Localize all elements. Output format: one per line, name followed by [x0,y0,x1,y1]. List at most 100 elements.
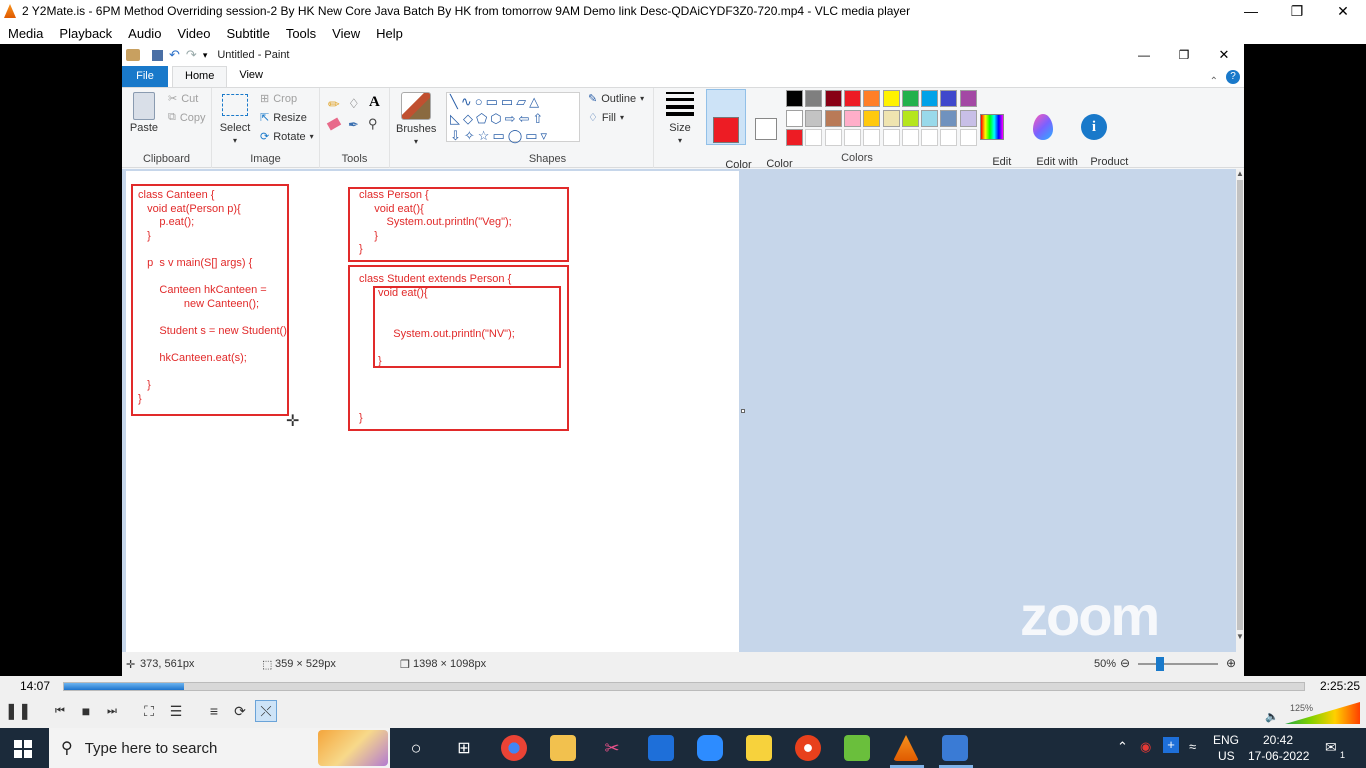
rotate-button[interactable]: ⟳ Rotate ▾ [260,130,314,144]
scroll-thumb[interactable] [1237,180,1243,630]
crop-button[interactable]: ⊞ Crop [260,92,297,106]
palette-swatch[interactable] [921,129,939,146]
palette-swatch[interactable] [901,90,919,107]
color2-button[interactable]: Color 2 [748,89,793,182]
cut-button[interactable]: ✂ Cut [168,92,198,106]
palette-swatch[interactable] [786,90,803,107]
sticky-notes-icon[interactable] [746,735,772,761]
menu-view[interactable]: View [324,26,368,41]
drawing-canvas[interactable]: class Canteen { void eat(Person p){ p.ea… [126,171,745,652]
paste-button[interactable]: Paste [128,92,160,134]
fill-bucket-icon[interactable]: ♢ [348,96,360,112]
snipping-tool-icon[interactable]: ✂ [599,735,625,761]
add-tray-icon[interactable]: + [1163,737,1179,753]
palette-swatch[interactable] [940,90,958,107]
zoom-slider-thumb[interactable] [1156,657,1164,671]
collapse-ribbon-icon[interactable]: ⌃ [1210,76,1218,87]
chrome-icon[interactable] [501,735,527,761]
vertical-scrollbar[interactable]: ▲ ▼ [1236,169,1244,652]
menu-subtitle[interactable]: Subtitle [218,26,277,41]
palette-swatch[interactable] [863,129,881,146]
palette-swatch[interactable] [940,109,958,127]
palette-swatch[interactable] [843,90,861,107]
palette-swatch[interactable] [805,129,823,146]
loop-button[interactable]: ⟳ [229,700,251,722]
paint-close-button[interactable]: ✕ [1204,44,1244,66]
palette-swatch[interactable] [805,109,823,127]
random-button[interactable]: ⤬ [255,700,277,722]
magnifier-icon[interactable]: ⚲ [368,116,378,132]
menu-playback[interactable]: Playback [51,26,120,41]
tab-file[interactable]: File [122,66,168,87]
extended-settings-button[interactable]: ☰ [165,700,187,722]
menu-media[interactable]: Media [0,26,51,41]
copy-button[interactable]: ⧉ Copy [168,111,206,124]
palette-swatch[interactable] [824,90,842,107]
close-button[interactable]: ✕ [1320,0,1366,22]
zoom-out-icon[interactable]: ⊖ [1120,656,1130,670]
zoom-slider[interactable] [1138,657,1218,671]
select-button[interactable]: Select ▾ [218,94,252,147]
palette-swatch[interactable] [786,129,803,146]
palette-swatch[interactable] [863,90,881,107]
next-button[interactable]: ⏭ [101,700,123,722]
color1-button[interactable]: Color 1 [706,89,752,183]
menu-help[interactable]: Help [368,26,411,41]
record-tray-icon[interactable]: ◉ [1140,739,1151,755]
scroll-up-icon[interactable]: ▲ [1236,169,1244,178]
palette-swatch[interactable] [824,109,842,127]
eraser-icon[interactable] [326,117,342,131]
palette-swatch[interactable] [940,129,958,146]
palette-swatch[interactable] [824,129,842,146]
help-icon[interactable]: ? [1226,70,1240,84]
tab-home[interactable]: Home [172,66,228,87]
start-button[interactable] [14,740,32,758]
fullscreen-button[interactable]: ⛶ [138,700,160,722]
quick-access-dropdown-icon[interactable]: ▾ [203,50,208,61]
minimize-button[interactable]: — [1228,0,1274,22]
restore-button[interactable]: ❐ [1274,0,1320,22]
palette-swatch[interactable] [901,109,919,127]
tab-view[interactable]: View [227,66,275,87]
cortana-icon[interactable]: ○ [403,735,429,761]
size-button[interactable]: Size ▾ [662,92,698,147]
outline-button[interactable]: ✎ Outline ▾ [588,92,644,106]
palette-swatch[interactable] [786,109,803,127]
seek-bar[interactable] [63,682,1305,691]
task-view-icon[interactable]: ⊞ [451,735,477,761]
stop-button[interactable]: ■ [75,700,97,722]
tray-chevron-icon[interactable]: ⌃ [1117,739,1128,755]
vlc-taskbar-icon[interactable] [893,735,919,761]
resize-button[interactable]: ⇱ Resize [260,111,307,125]
undo-icon[interactable]: ↶ [169,47,180,63]
menu-video[interactable]: Video [169,26,218,41]
speaker-icon[interactable]: 🔈 [1265,710,1279,723]
paint-restore-button[interactable]: ❐ [1164,44,1204,66]
pencil-icon[interactable]: ✏ [328,96,340,113]
playlist-button[interactable]: ≡ [203,700,225,722]
notepad-icon[interactable] [844,735,870,761]
file-explorer-icon[interactable] [550,735,576,761]
palette-swatch[interactable] [901,129,919,146]
zoom-in-icon[interactable]: ⊕ [1226,656,1236,670]
wifi-icon[interactable]: ≈ [1189,739,1196,754]
brushes-button[interactable]: Brushes ▾ [396,92,436,148]
scroll-down-icon[interactable]: ▼ [1236,632,1244,641]
paint-taskbar-icon[interactable] [942,735,968,761]
save-icon[interactable] [152,49,163,61]
color-picker-icon[interactable]: ✒ [348,117,359,133]
canvas-resize-handle[interactable] [741,409,745,413]
screen-recorder-icon[interactable] [795,735,821,761]
palette-swatch[interactable] [921,109,939,127]
menu-tools[interactable]: Tools [278,26,324,41]
paint-minimize-button[interactable]: — [1124,44,1164,66]
redo-icon[interactable]: ↷ [186,47,197,63]
palette-swatch[interactable] [843,109,861,127]
text-icon[interactable]: A [369,94,380,111]
shapes-gallery[interactable]: ╲∿○▭▭▱△ ◺◇⬠⬡⇨⇦⇧ ⇩✧☆▭◯▭▿ [446,92,580,143]
fill-button[interactable]: ♢ Fill ▾ [588,111,624,125]
palette-swatch[interactable] [805,90,823,107]
pause-button[interactable]: ❚❚ [5,700,32,722]
palette-swatch[interactable] [882,90,900,107]
zoom-app-icon[interactable] [697,735,723,761]
